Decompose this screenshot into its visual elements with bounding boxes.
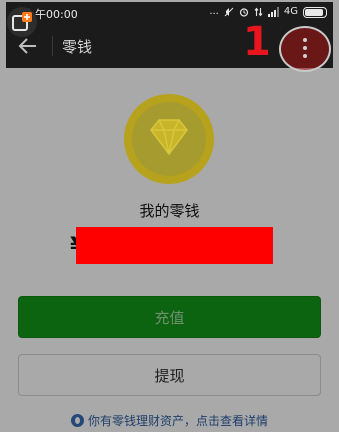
network-type-label: 4G: [283, 6, 298, 17]
withdraw-button[interactable]: 提现: [18, 354, 321, 396]
more-menu-button[interactable]: [278, 25, 332, 72]
wallet-screen: 上午00:00 ... 4G 零钱 1 我的零钱 充值 提现 你有零钱理财资产，…: [0, 0, 339, 432]
balance-redaction: [76, 227, 273, 264]
status-bar: 上午00:00 ... 4G: [6, 2, 333, 24]
data-transfer-icon: [254, 7, 263, 17]
alarm-icon: [239, 8, 248, 17]
annotation-step-number: 1: [243, 19, 271, 65]
wallet-label: 我的零钱: [139, 202, 200, 220]
signal-icon: [267, 7, 279, 17]
page-title: 零钱: [62, 38, 93, 56]
recharge-button[interactable]: 充值: [18, 296, 321, 338]
app-bar: 零钱: [6, 24, 333, 72]
floating-window-icon: [12, 12, 32, 31]
status-more-indicator: ...: [209, 6, 219, 17]
status-icons: ... 4G: [209, 4, 327, 20]
wealth-management-link-text: 你有零钱理财资产，点击查看详情: [87, 414, 268, 428]
wallet-icon: [124, 94, 214, 184]
licaitong-icon: [70, 414, 84, 427]
wealth-management-link[interactable]: 你有零钱理财资产，点击查看详情: [0, 412, 339, 429]
floating-window-badge: [7, 7, 37, 37]
diamond-icon: [150, 119, 188, 156]
battery-icon: [303, 6, 327, 18]
back-arrow-icon[interactable]: [16, 34, 40, 58]
more-vertical-icon: [302, 36, 308, 60]
mute-icon: [224, 7, 234, 17]
title-divider: [52, 36, 53, 56]
